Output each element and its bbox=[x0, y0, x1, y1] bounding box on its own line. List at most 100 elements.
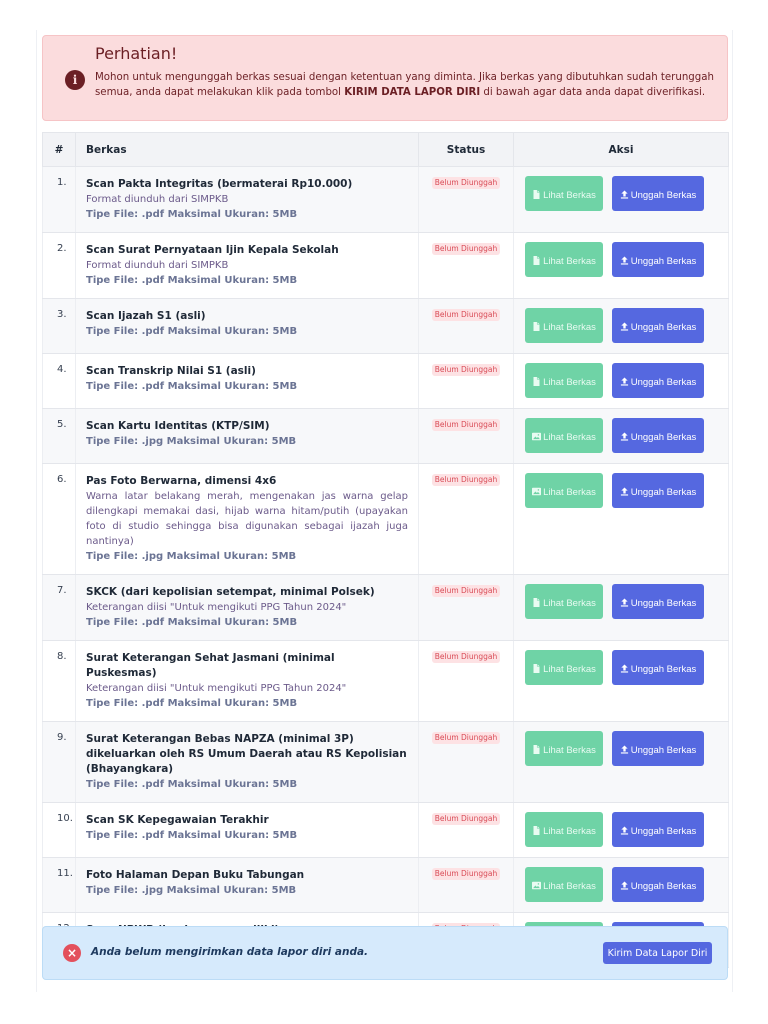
row-actions-cell: Lihat Berkas Unggah Berkas bbox=[513, 857, 729, 913]
documents-table: # Berkas Status Aksi 1. Scan Pakta Integr… bbox=[42, 132, 729, 968]
unggah-berkas-button[interactable]: Unggah Berkas bbox=[612, 731, 704, 766]
row-status-cell: Belum Diunggah bbox=[418, 857, 514, 913]
unggah-berkas-button[interactable]: Unggah Berkas bbox=[612, 812, 704, 847]
unggah-berkas-button[interactable]: Unggah Berkas bbox=[612, 473, 704, 508]
row-berkas-cell: Scan Ijazah S1 (asli) Tipe File: .pdf Mak… bbox=[75, 298, 419, 354]
document-file-type: Tipe File: .pdf Maksimal Ukuran: 5MB bbox=[86, 209, 298, 220]
unggah-berkas-label: Unggah Berkas bbox=[630, 322, 697, 333]
lihat-berkas-button[interactable]: Lihat Berkas bbox=[525, 812, 603, 847]
upload-icon bbox=[620, 826, 631, 837]
document-title: Surat Keterangan Bebas NAPZA (minimal 3P… bbox=[86, 733, 407, 775]
status-badge: Belum Diunggah bbox=[431, 651, 501, 663]
table-row: 3. Scan Ijazah S1 (asli) Tipe File: .pdf M… bbox=[42, 298, 729, 354]
row-berkas-cell: Surat Keterangan Sehat Jasmani (minimal … bbox=[75, 640, 419, 722]
table-row: 8. Surat Keterangan Sehat Jasmani (minima… bbox=[42, 640, 729, 722]
row-berkas-cell: Foto Halaman Depan Buku Tabungan Tipe Fil… bbox=[75, 857, 419, 913]
document-title: Scan Transkrip Nilai S1 (asli) bbox=[86, 365, 256, 377]
image-file-icon bbox=[532, 487, 543, 498]
unggah-berkas-button[interactable]: Unggah Berkas bbox=[612, 418, 704, 453]
unggah-berkas-button[interactable]: Unggah Berkas bbox=[612, 242, 704, 277]
unggah-berkas-label: Unggah Berkas bbox=[630, 487, 697, 498]
document-description: Keterangan diisi "Untuk mengikuti PPG Ta… bbox=[86, 602, 347, 613]
row-berkas-cell: Scan Transkrip Nilai S1 (asli) Tipe File:… bbox=[75, 353, 419, 409]
unggah-berkas-button[interactable]: Unggah Berkas bbox=[612, 308, 704, 343]
lihat-berkas-button[interactable]: Lihat Berkas bbox=[525, 731, 603, 766]
row-number: 7. bbox=[42, 574, 76, 641]
document-description: Format diunduh dari SIMPKB bbox=[86, 260, 229, 271]
alert-body: Mohon untuk mengunggah berkas sesuai den… bbox=[95, 70, 715, 100]
unggah-berkas-button[interactable]: Unggah Berkas bbox=[612, 584, 704, 619]
status-badge: Belum Diunggah bbox=[431, 177, 501, 189]
status-badge: Belum Diunggah bbox=[431, 309, 501, 321]
table-body: 1. Scan Pakta Integritas (bermaterai Rp10… bbox=[42, 166, 729, 968]
row-number: 5. bbox=[42, 408, 76, 464]
document-file-type: Tipe File: .pdf Maksimal Ukuran: 5MB bbox=[86, 779, 298, 790]
upload-icon bbox=[620, 432, 631, 443]
unggah-berkas-button[interactable]: Unggah Berkas bbox=[612, 867, 704, 902]
pdf-file-icon bbox=[532, 377, 543, 388]
pdf-file-icon bbox=[532, 745, 543, 756]
row-berkas-cell: Pas Foto Berwarna, dimensi 4x6 Warna lata… bbox=[75, 463, 419, 575]
row-actions-cell: Lihat Berkas Unggah Berkas bbox=[513, 232, 729, 299]
alert-title: Perhatian! bbox=[95, 44, 178, 63]
lihat-berkas-button[interactable]: Lihat Berkas bbox=[525, 418, 603, 453]
lihat-berkas-button[interactable]: Lihat Berkas bbox=[525, 867, 603, 902]
unggah-berkas-button[interactable]: Unggah Berkas bbox=[612, 650, 704, 685]
table-row: 6. Pas Foto Berwarna, dimensi 4x6 Warna la… bbox=[42, 463, 729, 575]
row-number: 6. bbox=[42, 463, 76, 575]
row-status-cell: Belum Diunggah bbox=[418, 640, 514, 722]
document-description: Keterangan diisi "Untuk mengikuti PPG Ta… bbox=[86, 683, 347, 694]
table-row: 9. Surat Keterangan Bebas NAPZA (minimal … bbox=[42, 721, 729, 803]
submission-info-alert: × Anda belum mengirimkan data lapor diri… bbox=[42, 926, 728, 980]
upload-icon bbox=[620, 745, 631, 756]
row-number: 11. bbox=[42, 857, 76, 913]
row-status-cell: Belum Diunggah bbox=[418, 408, 514, 464]
lihat-berkas-label: Lihat Berkas bbox=[543, 322, 596, 333]
upload-icon bbox=[620, 881, 631, 892]
status-badge: Belum Diunggah bbox=[431, 474, 501, 486]
document-title: Surat Keterangan Sehat Jasmani (minimal … bbox=[86, 652, 335, 679]
status-badge: Belum Diunggah bbox=[431, 813, 501, 825]
lihat-berkas-button[interactable]: Lihat Berkas bbox=[525, 473, 603, 508]
row-number: 4. bbox=[42, 353, 76, 409]
row-number: 8. bbox=[42, 640, 76, 722]
info-icon: i bbox=[65, 70, 85, 90]
row-status-cell: Belum Diunggah bbox=[418, 353, 514, 409]
lihat-berkas-button[interactable]: Lihat Berkas bbox=[525, 584, 603, 619]
row-actions-cell: Lihat Berkas Unggah Berkas bbox=[513, 166, 729, 233]
row-actions-cell: Lihat Berkas Unggah Berkas bbox=[513, 574, 729, 641]
lihat-berkas-button[interactable]: Lihat Berkas bbox=[525, 176, 603, 211]
row-berkas-cell: SKCK (dari kepolisian setempat, minimal … bbox=[75, 574, 419, 641]
document-title: Scan Ijazah S1 (asli) bbox=[86, 310, 206, 322]
kirim-data-lapor-diri-button[interactable]: Kirim Data Lapor Diri bbox=[603, 942, 712, 964]
row-status-cell: Belum Diunggah bbox=[418, 298, 514, 354]
lihat-berkas-button[interactable]: Lihat Berkas bbox=[525, 650, 603, 685]
unggah-berkas-label: Unggah Berkas bbox=[630, 881, 697, 892]
document-file-type: Tipe File: .pdf Maksimal Ukuran: 5MB bbox=[86, 698, 298, 709]
lihat-berkas-button[interactable]: Lihat Berkas bbox=[525, 242, 603, 277]
unggah-berkas-label: Unggah Berkas bbox=[630, 432, 697, 443]
lihat-berkas-label: Lihat Berkas bbox=[543, 256, 596, 267]
row-berkas-cell: Scan Pakta Integritas (bermaterai Rp10.0… bbox=[75, 166, 419, 233]
lihat-berkas-button[interactable]: Lihat Berkas bbox=[525, 308, 603, 343]
table-row: 10. Scan SK Kepegawaian Terakhir Tipe File… bbox=[42, 802, 729, 858]
lihat-berkas-label: Lihat Berkas bbox=[543, 598, 596, 609]
upload-icon bbox=[620, 664, 631, 675]
lihat-berkas-label: Lihat Berkas bbox=[543, 432, 596, 443]
unggah-berkas-button[interactable]: Unggah Berkas bbox=[612, 176, 704, 211]
unggah-berkas-button[interactable]: Unggah Berkas bbox=[612, 363, 704, 398]
upload-icon bbox=[620, 487, 631, 498]
document-file-type: Tipe File: .pdf Maksimal Ukuran: 5MB bbox=[86, 830, 298, 841]
upload-icon bbox=[620, 322, 631, 333]
document-file-type: Tipe File: .jpg Maksimal Ukuran: 5MB bbox=[86, 885, 297, 896]
row-number: 10. bbox=[42, 802, 76, 858]
row-status-cell: Belum Diunggah bbox=[418, 802, 514, 858]
row-actions-cell: Lihat Berkas Unggah Berkas bbox=[513, 802, 729, 858]
row-number: 3. bbox=[42, 298, 76, 354]
row-status-cell: Belum Diunggah bbox=[418, 232, 514, 299]
table-row: 2. Scan Surat Pernyataan Ijin Kepala Seko… bbox=[42, 232, 729, 299]
lihat-berkas-label: Lihat Berkas bbox=[543, 881, 596, 892]
row-actions-cell: Lihat Berkas Unggah Berkas bbox=[513, 298, 729, 354]
document-title: Scan Pakta Integritas (bermaterai Rp10.0… bbox=[86, 178, 353, 190]
lihat-berkas-button[interactable]: Lihat Berkas bbox=[525, 363, 603, 398]
